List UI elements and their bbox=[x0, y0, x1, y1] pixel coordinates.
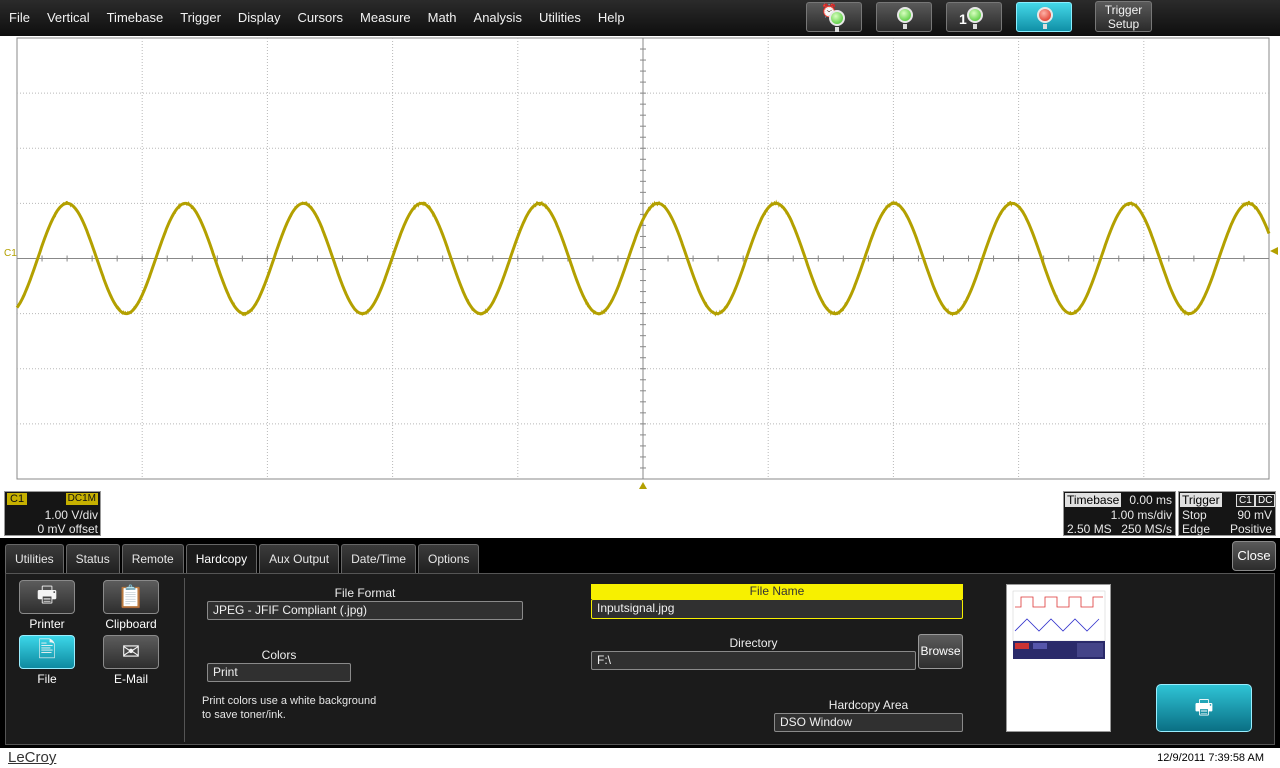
email-destination-button[interactable]: ✉ E-Mail bbox=[101, 635, 161, 686]
browse-button[interactable]: Browse bbox=[918, 634, 963, 669]
trigger-coupling: DC bbox=[1255, 494, 1276, 507]
hardcopy-preview bbox=[1006, 584, 1111, 732]
single-badge: 1 bbox=[959, 11, 967, 27]
menu-vertical[interactable]: Vertical bbox=[38, 0, 98, 36]
clipboard-destination-button[interactable]: 📋 Clipboard bbox=[101, 580, 161, 631]
channel-offset: 0 mV offset bbox=[37, 522, 98, 536]
channel-1-descriptor[interactable]: C1 DC1M 1.00 V/div 0 mV offset bbox=[4, 491, 101, 536]
trigger-setup-button[interactable]: Trigger Setup bbox=[1095, 1, 1152, 32]
preview-thumbnail-icon bbox=[1012, 590, 1106, 659]
menu-trigger[interactable]: Trigger bbox=[171, 0, 229, 36]
channel-vdiv: 1.00 V/div bbox=[44, 508, 98, 522]
timebase-delay: 0.00 ms bbox=[1129, 493, 1172, 507]
colors-note-line2: to save toner/ink. bbox=[202, 709, 286, 721]
timebase-title: Timebase bbox=[1065, 493, 1122, 507]
printer-icon: 🖶 bbox=[19, 580, 75, 614]
colors-select[interactable]: Print bbox=[207, 663, 351, 682]
channel-1-ground-marker: C1 bbox=[4, 248, 17, 259]
green-lamp-icon bbox=[897, 7, 913, 23]
menu-help[interactable]: Help bbox=[589, 0, 633, 36]
menu-timebase[interactable]: Timebase bbox=[98, 0, 172, 36]
trigger-type: Edge bbox=[1182, 522, 1211, 536]
colors-note: Print colors use a white background to s… bbox=[202, 694, 402, 722]
channel-label: C1 bbox=[7, 493, 28, 505]
menu-utilities[interactable]: Utilities bbox=[530, 0, 589, 36]
menu-file[interactable]: File bbox=[0, 0, 38, 36]
printer-label: Printer bbox=[29, 617, 65, 631]
trigger-slope: Positive bbox=[1229, 522, 1272, 536]
clipboard-label: Clipboard bbox=[105, 617, 157, 631]
trigger-time-marker bbox=[639, 482, 647, 489]
stop-trigger-button[interactable] bbox=[1016, 2, 1072, 32]
timebase-rate: 250 MS/s bbox=[1121, 522, 1172, 536]
email-label: E-Mail bbox=[113, 672, 148, 686]
tab-aux-output[interactable]: Aux Output bbox=[259, 544, 340, 574]
colors-label: Colors bbox=[261, 648, 297, 662]
menu-list: File Vertical Timebase Trigger Display C… bbox=[0, 0, 633, 36]
tab-remote[interactable]: Remote bbox=[121, 544, 184, 574]
printer-destination-button[interactable]: 🖶 Printer bbox=[17, 580, 77, 631]
file-name-label: File Name bbox=[591, 584, 963, 599]
timebase-samples: 2.50 MS bbox=[1067, 522, 1112, 536]
tab-options[interactable]: Options bbox=[418, 544, 480, 574]
print-now-button[interactable]: 🖶 bbox=[1156, 684, 1252, 732]
directory-label: Directory bbox=[729, 636, 778, 650]
trigger-source: C1 bbox=[1236, 494, 1255, 507]
lamp-stand-icon bbox=[835, 27, 839, 32]
timebase-descriptor[interactable]: Timebase 0.00 ms 1.00 ms/div 2.50 MS 250… bbox=[1063, 491, 1176, 536]
menu-cursors[interactable]: Cursors bbox=[289, 0, 352, 36]
waveform-grid: C1 bbox=[4, 37, 1278, 489]
menu-math[interactable]: Math bbox=[419, 0, 465, 36]
trigger-title: Trigger bbox=[1180, 493, 1222, 507]
trigger-level: 90 mV bbox=[1237, 508, 1272, 522]
colors-note-line1: Print colors use a white background bbox=[202, 695, 377, 707]
directory-input[interactable]: F:\ bbox=[591, 651, 916, 670]
hardcopy-area-label: Hardcopy Area bbox=[828, 698, 909, 712]
date-time: 12/9/2011 7:39:58 AM bbox=[1157, 752, 1264, 764]
channel-coupling: DC1M bbox=[65, 493, 98, 505]
printer-icon: 🖶 bbox=[1194, 697, 1214, 719]
trigger-setup-line1: Trigger bbox=[1104, 3, 1143, 17]
hardcopy-area-select[interactable]: DSO Window bbox=[774, 713, 963, 732]
lamp-stand-icon bbox=[903, 24, 907, 29]
file-format-select[interactable]: JPEG - JFIF Compliant (.jpg) bbox=[207, 601, 523, 620]
hardcopy-panel: 🖶 Printer 📋 Clipboard 🖹 File ✉ E-Mail Fi… bbox=[5, 573, 1275, 745]
lamp-stand-icon bbox=[973, 24, 977, 29]
dialog-tabs: Utilities Status Remote Hardcopy Aux Out… bbox=[5, 544, 481, 576]
destination-divider bbox=[184, 578, 185, 742]
timebase-tdiv: 1.00 ms/div bbox=[1110, 508, 1172, 522]
normal-trigger-button[interactable] bbox=[876, 2, 932, 32]
file-destination-button[interactable]: 🖹 File bbox=[17, 635, 77, 686]
tab-utilities[interactable]: Utilities bbox=[5, 544, 64, 574]
auto-trigger-button[interactable]: ⏰ bbox=[806, 2, 862, 32]
red-lamp-icon bbox=[1037, 7, 1053, 23]
trigger-level-marker bbox=[1270, 247, 1278, 255]
trigger-mode: Stop bbox=[1182, 508, 1207, 522]
brand-logo: LeCroy bbox=[8, 749, 57, 766]
file-label: File bbox=[37, 672, 57, 686]
tab-date-time[interactable]: Date/Time bbox=[341, 544, 417, 574]
tab-status[interactable]: Status bbox=[65, 544, 120, 574]
tab-hardcopy[interactable]: Hardcopy bbox=[185, 544, 258, 576]
waveform-display[interactable]: C1 bbox=[0, 36, 1280, 490]
green-lamp-icon bbox=[967, 7, 983, 23]
email-icon: ✉ bbox=[103, 635, 159, 669]
menu-bar: File Vertical Timebase Trigger Display C… bbox=[0, 0, 1280, 36]
trigger-setup-line2: Setup bbox=[1107, 17, 1140, 31]
green-lamp-icon bbox=[829, 10, 845, 26]
menu-display[interactable]: Display bbox=[229, 0, 289, 36]
single-trigger-button[interactable]: 1 bbox=[946, 2, 1002, 32]
file-name-input[interactable]: Inputsignal.jpg bbox=[591, 599, 963, 619]
lamp-stand-icon bbox=[1043, 24, 1047, 29]
file-format-label: File Format bbox=[334, 586, 396, 600]
menu-analysis[interactable]: Analysis bbox=[465, 0, 530, 36]
clipboard-icon: 📋 bbox=[103, 580, 159, 614]
descriptor-strip: C1 DC1M 1.00 V/div 0 mV offset Timebase … bbox=[0, 490, 1280, 538]
menu-measure[interactable]: Measure bbox=[351, 0, 419, 36]
close-button[interactable]: Close bbox=[1232, 541, 1276, 571]
file-icon: 🖹 bbox=[19, 635, 75, 669]
status-bar: LeCroy 12/9/2011 7:39:58 AM bbox=[0, 748, 1280, 768]
trigger-descriptor[interactable]: Trigger C1 DC Stop 90 mV Edge Positive bbox=[1178, 491, 1276, 536]
utilities-dialog: Utilities Status Remote Hardcopy Aux Out… bbox=[0, 538, 1280, 748]
